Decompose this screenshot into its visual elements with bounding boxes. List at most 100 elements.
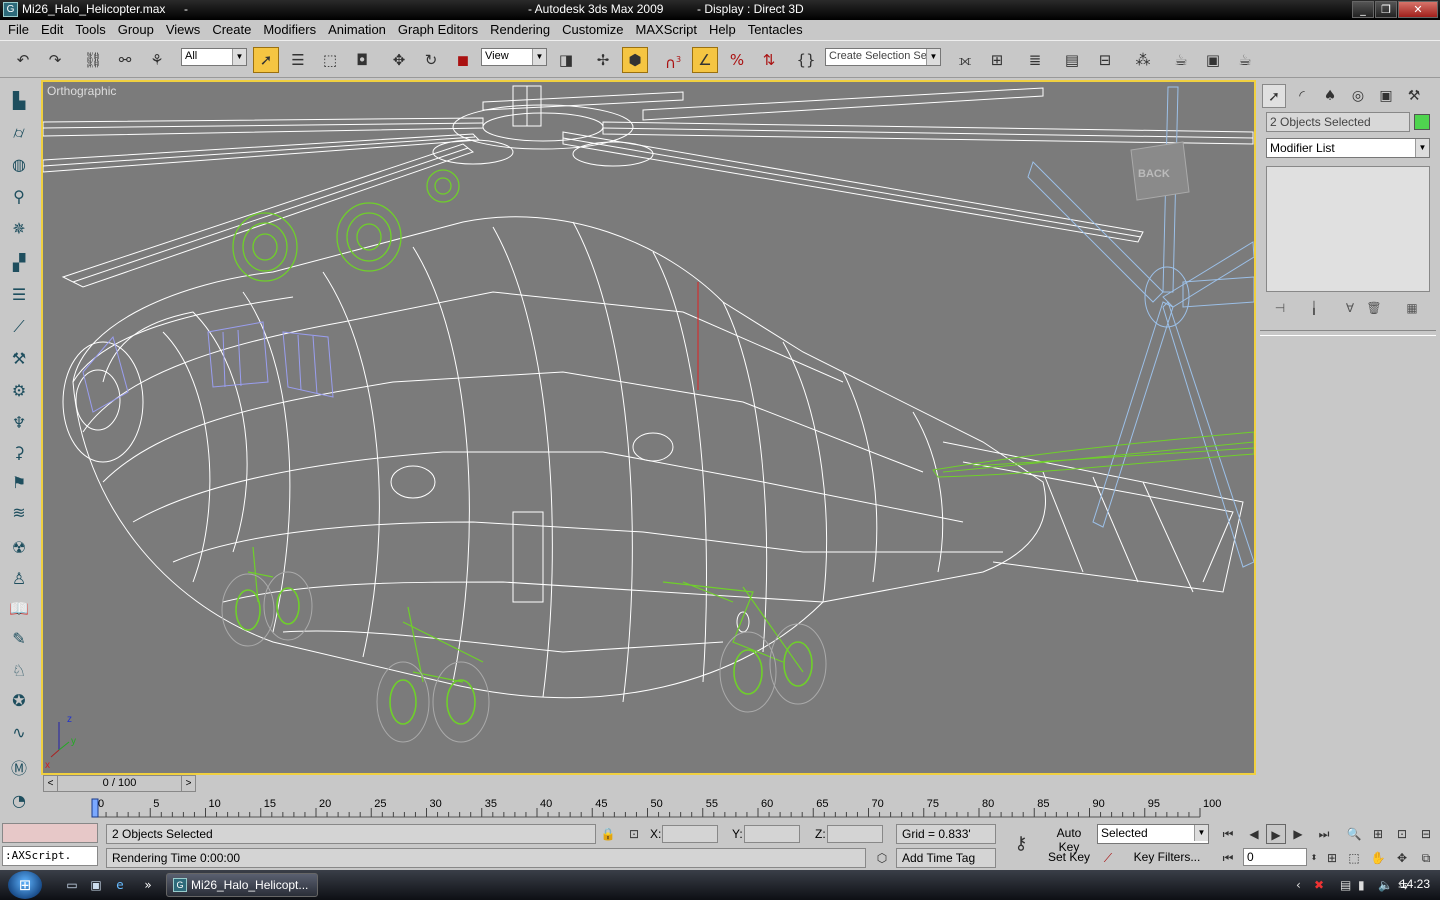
- viewport-orthographic[interactable]: BACK z x y Orthographic: [41, 80, 1256, 775]
- pivot-center-icon[interactable]: ◨: [553, 47, 579, 73]
- keyboard-shortcut-override-icon[interactable]: ⬢: [622, 47, 648, 73]
- set-key-button[interactable]: Set Key: [1044, 848, 1094, 868]
- region-zoom-icon[interactable]: ⬚: [1344, 848, 1364, 868]
- reactor-icon[interactable]: ☢: [6, 535, 32, 561]
- object-color-swatch[interactable]: [1414, 114, 1430, 130]
- internet-explorer-icon[interactable]: e: [112, 877, 128, 893]
- zoom-icon[interactable]: 🔍: [1344, 824, 1364, 844]
- modifier-list-dropdown[interactable]: Modifier List ▼: [1266, 138, 1430, 158]
- switch-windows-icon[interactable]: ▣: [88, 877, 104, 893]
- time-slider-next-icon[interactable]: >: [181, 776, 195, 791]
- remove-modifier-icon[interactable]: 🗑: [1364, 298, 1384, 318]
- restore-button[interactable]: ❐: [1375, 1, 1397, 18]
- default-in-out-tangent-icon[interactable]: ⟋: [1098, 848, 1118, 868]
- maxscript-input[interactable]: :AXScript.: [2, 846, 98, 866]
- minimize-button[interactable]: _: [1352, 1, 1374, 18]
- lock-selection-icon[interactable]: 🔒: [598, 824, 618, 844]
- skin-icon[interactable]: ♘: [6, 658, 32, 684]
- cloth-icon[interactable]: ⚑: [6, 470, 32, 496]
- select-and-manipulate-icon[interactable]: ✢: [590, 47, 616, 73]
- menu-customize[interactable]: Customize: [556, 20, 629, 40]
- display-tab-icon[interactable]: ▣: [1374, 84, 1398, 108]
- gear-icon[interactable]: ⚙: [6, 378, 32, 404]
- menu-group[interactable]: Group: [112, 20, 160, 40]
- viewcube[interactable]: BACK: [1130, 141, 1190, 201]
- key-filters-button[interactable]: Key Filters...: [1124, 848, 1210, 868]
- material-editor-icon[interactable]: ⁂: [1130, 47, 1156, 73]
- current-time-marker[interactable]: [91, 798, 99, 818]
- rendered-frame-window-icon[interactable]: ▣: [1200, 47, 1226, 73]
- maximize-viewport-icon[interactable]: ⧉: [1416, 848, 1436, 868]
- maxscript-listener-icon[interactable]: Ⓜ: [6, 756, 32, 782]
- menu-modifiers[interactable]: Modifiers: [257, 20, 322, 40]
- selection-filter-dropdown[interactable]: All ▼: [181, 48, 247, 66]
- render-production-icon[interactable]: ☕: [1232, 47, 1258, 73]
- set-key-icon[interactable]: ⚷: [1006, 834, 1036, 854]
- next-frame-icon[interactable]: ▶: [1288, 824, 1308, 844]
- create-box-icon[interactable]: ▙: [6, 88, 32, 114]
- book-icon[interactable]: 📖: [6, 596, 32, 622]
- arc-rotate-icon[interactable]: ✥: [1392, 848, 1412, 868]
- menu-graph-editors[interactable]: Graph Editors: [392, 20, 484, 40]
- select-and-link-icon[interactable]: ⛓: [80, 47, 106, 73]
- y-coord-input[interactable]: [744, 825, 800, 843]
- create-cylinder-icon[interactable]: ⌭: [6, 120, 32, 146]
- modifier-stack[interactable]: [1266, 166, 1430, 292]
- create-sphere-icon[interactable]: ◍: [6, 152, 32, 178]
- go-to-end-icon[interactable]: ⏭: [1314, 824, 1334, 844]
- create-tab-icon[interactable]: ➚: [1262, 84, 1286, 108]
- time-slider[interactable]: < 0 / 100 >: [43, 775, 196, 792]
- current-frame-input[interactable]: 0: [1243, 848, 1307, 866]
- taskbar-clock[interactable]: 14:23: [1400, 877, 1430, 891]
- modify-tab-icon[interactable]: ◜: [1290, 84, 1314, 108]
- go-to-start-icon[interactable]: ⏮: [1218, 824, 1238, 844]
- character-icon[interactable]: ♙: [6, 566, 32, 592]
- menu-help[interactable]: Help: [703, 20, 742, 40]
- modifier-bend-icon[interactable]: ▞: [6, 250, 32, 276]
- spinner-snap-icon[interactable]: ⇅: [756, 47, 782, 73]
- close-button[interactable]: ✕: [1398, 1, 1438, 18]
- select-and-scale-icon[interactable]: ◼: [450, 47, 476, 73]
- make-unique-icon[interactable]: ∀: [1340, 298, 1360, 318]
- power-icon[interactable]: ▮: [1358, 878, 1365, 892]
- menu-tools[interactable]: Tools: [69, 20, 111, 40]
- window-crossing-icon[interactable]: ◘: [349, 47, 375, 73]
- menu-rendering[interactable]: Rendering: [484, 20, 556, 40]
- select-by-name-icon[interactable]: ☰: [285, 47, 311, 73]
- percent-snap-icon[interactable]: %: [724, 47, 750, 73]
- tape-measure-icon[interactable]: ⟋: [6, 314, 32, 340]
- taskbar-3dsmax-button[interactable]: G Mi26_Halo_Helicopt...: [166, 873, 318, 897]
- select-object-icon[interactable]: ➚: [253, 47, 279, 73]
- mirror-icon[interactable]: ⟗: [952, 47, 978, 73]
- create-helper-icon[interactable]: ✵: [6, 216, 32, 242]
- bones-icon[interactable]: ⚳: [6, 440, 32, 466]
- bind-to-space-warp-icon[interactable]: ⚘: [144, 47, 170, 73]
- schematic-view-icon[interactable]: ⊟: [1092, 47, 1118, 73]
- water-icon[interactable]: ≋: [6, 500, 32, 526]
- motion-tab-icon[interactable]: ◎: [1346, 84, 1370, 108]
- zoom-all-icon[interactable]: ⊞: [1368, 824, 1388, 844]
- select-and-rotate-icon[interactable]: ↻: [418, 47, 444, 73]
- show-end-result-icon[interactable]: ╽: [1304, 298, 1324, 318]
- frame-spinner-icon[interactable]: ⬍: [1308, 848, 1320, 868]
- configure-modifier-sets-icon[interactable]: ▦: [1402, 298, 1422, 318]
- key-mode-toggle-icon[interactable]: ⏮: [1218, 848, 1238, 868]
- add-time-tag-button[interactable]: Add Time Tag: [896, 848, 996, 868]
- pan-hand-icon[interactable]: ✋: [1368, 848, 1388, 868]
- reference-coordinate-dropdown[interactable]: View ▼: [481, 48, 547, 66]
- start-button[interactable]: ⊞: [8, 871, 42, 899]
- time-configuration-icon[interactable]: ⊞: [1322, 848, 1342, 868]
- hierarchy-tab-icon[interactable]: ♠: [1318, 84, 1342, 108]
- align-icon[interactable]: ⊞: [984, 47, 1010, 73]
- named-selection-sets-dropdown[interactable]: Create Selection Set ▼: [825, 48, 941, 66]
- tray-expand-icon[interactable]: ‹: [1296, 878, 1301, 892]
- spline-icon[interactable]: ∿: [6, 720, 32, 746]
- edit-named-selection-icon[interactable]: {}: [793, 47, 819, 73]
- track-bar[interactable]: 0 5 10 15 20 25 30 35 40 45 50 55 60 65 70 75 80 85 90 95 10…: [43, 795, 1256, 820]
- network-icon[interactable]: ✖: [1314, 878, 1324, 892]
- select-and-move-icon[interactable]: ✥: [386, 47, 412, 73]
- menu-edit[interactable]: Edit: [35, 20, 69, 40]
- time-slider-prev-icon[interactable]: <: [44, 776, 58, 791]
- key-mode-dropdown[interactable]: Selected ▼: [1097, 824, 1209, 844]
- modifier-stack-icon[interactable]: ☰: [6, 282, 32, 308]
